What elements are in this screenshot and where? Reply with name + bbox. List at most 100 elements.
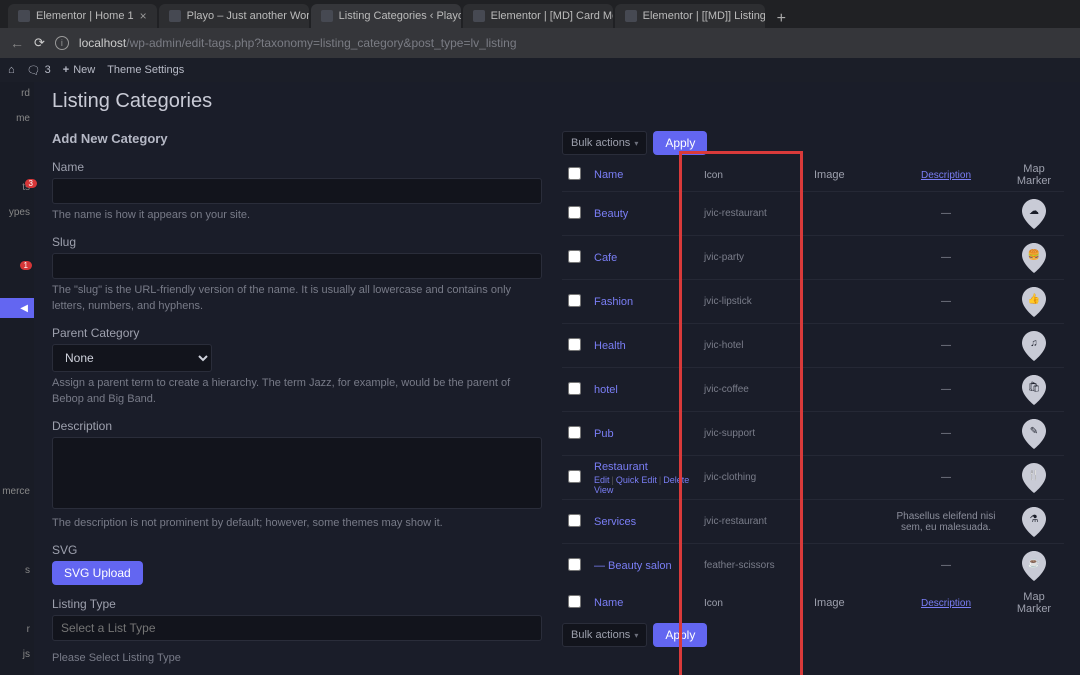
browser-tab[interactable]: Elementor | [[MD]] Listing, Gr× [615,4,765,28]
sidebar-item[interactable]: ypes [9,207,34,218]
bulk-apply-button-bottom[interactable]: Apply [653,623,707,647]
delete-link[interactable]: Delete [663,475,689,485]
description-input[interactable] [52,437,542,509]
svg-upload-button[interactable]: SVG Upload [52,561,143,585]
map-marker-icon: ☕ [1022,551,1046,581]
browser-tab[interactable]: Elementor | [MD] Card Module× [463,4,613,28]
description-cell: — [888,292,1004,311]
image-cell [808,518,888,526]
icon-cell: jvic-hotel [698,336,808,355]
new-tab-button[interactable]: + [767,10,796,28]
sidebar-item[interactable]: s [25,565,34,576]
svg-text:👍: 👍 [1028,292,1040,305]
sidebar-active-item[interactable]: ◀ [0,298,34,318]
map-marker-icon: ♫ [1022,331,1046,361]
icon-cell: jvic-coffee [698,380,808,399]
description-cell: — [888,248,1004,267]
svg-text:♫: ♫ [1030,338,1038,349]
row-checkbox[interactable] [568,206,581,219]
map-marker-icon: ☁ [1022,199,1046,229]
form-heading: Add New Category [52,131,542,146]
category-name-link[interactable]: Health [594,340,626,352]
back-icon[interactable]: ← [10,35,24,51]
category-name-link[interactable]: Restaurant [594,461,648,473]
sidebar-item[interactable]: me [16,113,34,124]
bulk-apply-button[interactable]: Apply [653,131,707,155]
category-name-link[interactable]: — Beauty salon [594,560,672,572]
col-marker: Map Marker [1004,587,1064,619]
name-label: Name [52,160,542,174]
col-image: Image [808,593,888,613]
browser-tab[interactable]: Elementor | Home 1× [8,4,157,28]
icon-cell: jvic-clothing [698,468,808,487]
table-row: Fashionjvic-lipstick—👍 [562,279,1064,323]
col-name[interactable]: Name [594,597,623,609]
browser-tab[interactable]: Playo – Just another WordPres× [159,4,309,28]
col-name[interactable]: Name [594,169,623,181]
theme-settings[interactable]: Theme Settings [107,64,184,76]
row-checkbox[interactable] [568,558,581,571]
bulk-actions-select[interactable]: Bulk actions▾ [562,131,647,155]
row-checkbox[interactable] [568,250,581,263]
refresh-icon[interactable]: ⟳ [34,35,45,51]
col-description[interactable]: Description [921,170,971,181]
add-category-form: Add New Category Name The name is how it… [52,131,542,675]
marker-cell: ☁ [1004,195,1064,233]
description-cell: — [888,336,1004,355]
description-cell: — [888,556,1004,575]
edit-link[interactable]: Edit [594,475,610,485]
close-icon[interactable]: × [140,9,147,23]
table-header: Name Icon Image Description Map Marker [562,159,1064,191]
browser-tab[interactable]: Listing Categories ‹ Playo — W× [311,4,461,28]
url-display[interactable]: localhost/wp-admin/edit-tags.php?taxonom… [79,36,517,50]
slug-input[interactable] [52,253,542,279]
row-checkbox[interactable] [568,470,581,483]
site-info-icon[interactable]: i [55,36,69,50]
category-name-link[interactable]: Beauty [594,208,628,220]
category-name-link[interactable]: Services [594,516,636,528]
chevron-down-icon: ▾ [634,631,638,640]
image-cell [808,562,888,570]
table-row: — Beauty salonfeather-scissors—☕ [562,543,1064,587]
marker-cell: 🍔 [1004,239,1064,277]
svg-label: SVG [52,543,542,557]
listing-type-input[interactable] [52,615,542,641]
new-content[interactable]: + New [63,64,95,76]
name-input[interactable] [52,178,542,204]
sidebar-item[interactable]: r [27,624,34,635]
category-name-link[interactable]: Pub [594,428,614,440]
category-name-link[interactable]: Fashion [594,296,633,308]
col-description[interactable]: Description [921,598,971,609]
category-name-link[interactable]: hotel [594,384,618,396]
table-row: Cafejvic-party—🍔 [562,235,1064,279]
image-cell [808,342,888,350]
sidebar-item[interactable]: rd [21,88,34,99]
sidebar-item[interactable]: merce [2,486,34,497]
row-checkbox[interactable] [568,382,581,395]
sidebar-item[interactable]: ts3 [22,182,34,193]
description-cell: — [888,424,1004,443]
row-checkbox[interactable] [568,514,581,527]
map-marker-icon: ⚗ [1022,507,1046,537]
image-cell [808,254,888,262]
select-all-checkbox-footer[interactable] [568,595,581,608]
bulk-actions-select-bottom[interactable]: Bulk actions▾ [562,623,647,647]
comments-item[interactable]: 🗨 3 [27,64,51,77]
row-checkbox[interactable] [568,426,581,439]
marker-cell: ♫ [1004,327,1064,365]
wp-logo[interactable]: ⌂ [8,64,15,76]
sidebar-item[interactable]: js [23,649,34,660]
map-marker-icon: ✎ [1022,419,1046,449]
marker-cell: 🍴 [1004,459,1064,497]
slug-help: The "slug" is the URL-friendly version o… [52,283,542,314]
row-checkbox[interactable] [568,338,581,351]
category-name-link[interactable]: Cafe [594,252,617,264]
wp-admin-bar: ⌂ 🗨 3 + New Theme Settings [0,58,1080,82]
select-all-checkbox[interactable] [568,167,581,180]
parent-select[interactable]: None [52,344,212,372]
view-link[interactable]: View [594,485,613,495]
row-checkbox[interactable] [568,294,581,307]
chevron-down-icon: ▾ [634,139,638,148]
row-actions: Edit|Quick Edit|DeleteView [594,475,692,495]
quick-edit-link[interactable]: Quick Edit [616,475,657,485]
